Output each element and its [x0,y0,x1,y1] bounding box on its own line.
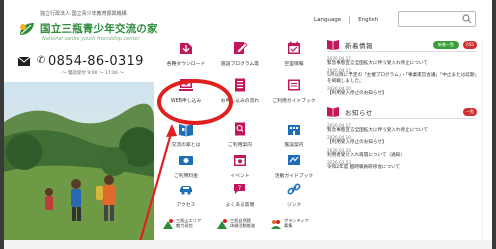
svg-text:?: ? [238,185,241,192]
phone-icon: ✆ [37,55,46,66]
partner-links: 三瓶山エリア 魅力発信 三瓶自然館 体験活動推進 ボランティア 募集 [162,214,322,240]
partner-line2: 募集 [284,223,293,228]
partner-logo-icon [163,219,173,229]
notice-item[interactable]: 2020.04.10 【利用受入停止のお知らせ】 [327,135,477,146]
menu-label: 各種ダウンロード [166,62,206,67]
news-header: 新着情報 新着一覧 RSS [327,38,477,52]
menu-label: ご利用ガイドブック [272,99,316,104]
news-item[interactable]: 2020.04.10 【利用受入停止のお知らせ】 [327,86,477,97]
partner-line2: 体験活動推進 [230,223,256,228]
notice-text: 利用者受け入れ再開について（通知） [327,152,405,158]
notice-item[interactable]: 2020.03.24 利用者受け入れ再開について（通知） [327,148,477,159]
search-input[interactable] [398,11,476,27]
news-rss-button[interactable]: RSS [463,41,477,49]
flow-document-icon [235,78,245,92]
news-item[interactable]: 2020.04.17 緊急事態宣言全国拡大に伴う受入れ停止について [327,56,477,67]
news-text: 5月以降に予定の「主催プログラム」・「事業運営会議」「中止または延期」を掲載しま… [327,73,477,84]
link-icon [287,183,301,195]
logo-leaf-icon [20,23,34,35]
news-item[interactable]: 2020.04.17 5月以降に予定の「主催プログラム」・「事業運営会議」「中止… [327,68,477,84]
language-switcher: Language English [306,14,386,26]
news-book-icon [327,40,339,50]
download-icon [180,43,192,54]
notice-title: お知らせ [345,109,373,118]
notice-header: お知らせ 一覧 [327,105,477,120]
menu-label: 活動ガイドブック [274,174,314,179]
mail-icon[interactable] [18,57,30,66]
divider [482,40,483,240]
search-document-icon [235,122,245,136]
site-title: 国立三瓶青少年交流の家 [40,23,158,35]
partner-link[interactable]: 三瓶自然館 体験活動推進 [216,214,266,236]
highlight-circle [157,79,233,125]
news-list: 2020.04.17 緊急事態宣言全国拡大に伴う受入れ停止について 2020.0… [327,56,477,96]
site-logo[interactable]: 独立行政法人 国立青少年教育振興機構 国立三瓶青少年交流の家 National … [18,10,168,50]
menu-item-programs[interactable]: 施設プログラム等 [217,40,263,80]
notice-list-button[interactable]: 一覧 [463,108,477,117]
notice-text: 【利用受入停止のお知らせ】 [327,140,387,146]
phone-number[interactable]: 0854-86-0319 [48,54,144,69]
menu-label: 施設案内 [284,143,304,148]
pen-paper-icon [234,42,248,54]
language-link[interactable]: Language [306,17,349,23]
faq-icon: ? [234,184,245,194]
building-icon [288,125,300,135]
menu-label: 空室情報 [284,62,304,67]
partner-link[interactable]: ボランティア 募集 [270,214,320,236]
english-link[interactable]: English [350,17,386,23]
partner-logo-icon [217,219,227,229]
menu-label: 施設プログラム等 [220,62,260,67]
menu-label: イベント [230,174,250,179]
news-text: 緊急事態宣言全国拡大に伴う受入れ停止について [327,61,428,66]
notice-list: 2020.04.17 緊急事態宣言全国拡大に伴う受入れ停止について 2020.0… [327,123,477,170]
menu-label: よくある質問 [225,203,255,208]
org-name: 独立行政法人 国立青少年教育振興機構 [40,11,127,17]
phone-hours: 〜 電話受付 9:00 〜 17:00 〜 [62,71,124,76]
news-column: 新着情報 新着一覧 RSS 2020.04.17 緊急事態宣言全国拡大に伴う受入… [327,38,477,172]
volunteer-icon [271,220,281,229]
menu-item-download[interactable]: 各種ダウンロード [163,40,209,80]
notice-text: 令和2年度 臨時職員研修会について [327,164,401,170]
calendar-icon [288,41,300,54]
menu-label: ご利用案内 [228,143,252,148]
guidebook-icon [288,79,300,91]
menu-item-vacancy[interactable]: 空室情報 [271,40,317,80]
notice-text: 緊急事態宣言全国拡大に伴う受入れ停止について [327,128,428,134]
site-subtitle: National sanbe youth friendship center [42,36,140,42]
menu-label: リンク [286,203,302,208]
search-icon[interactable] [462,14,472,24]
activity-book-icon [288,155,300,165]
footer-strip [4,240,492,249]
partner-link[interactable]: 三瓶山エリア 魅力発信 [162,214,212,236]
news-text: 【利用受入停止のお知らせ】 [327,90,387,96]
menu-item-guidebook[interactable]: ご利用ガイドブック [271,77,317,117]
news-list-button[interactable]: 新着一覧 [433,41,459,49]
notice-book-icon [327,107,339,118]
news-title: 新着情報 [345,42,373,50]
event-calendar-icon [234,155,246,166]
contact-row: ✆ 0854-86-0319 〜 電話受付 9:00 〜 17:00 〜 [18,54,168,76]
notice-item[interactable]: 2020.04.17 緊急事態宣言全国拡大に伴う受入れ停止について [327,123,477,134]
notice-item[interactable]: 2020.03.23 令和2年度 臨時職員研修会について [327,160,477,171]
partner-line2: 魅力発信 [176,223,193,228]
